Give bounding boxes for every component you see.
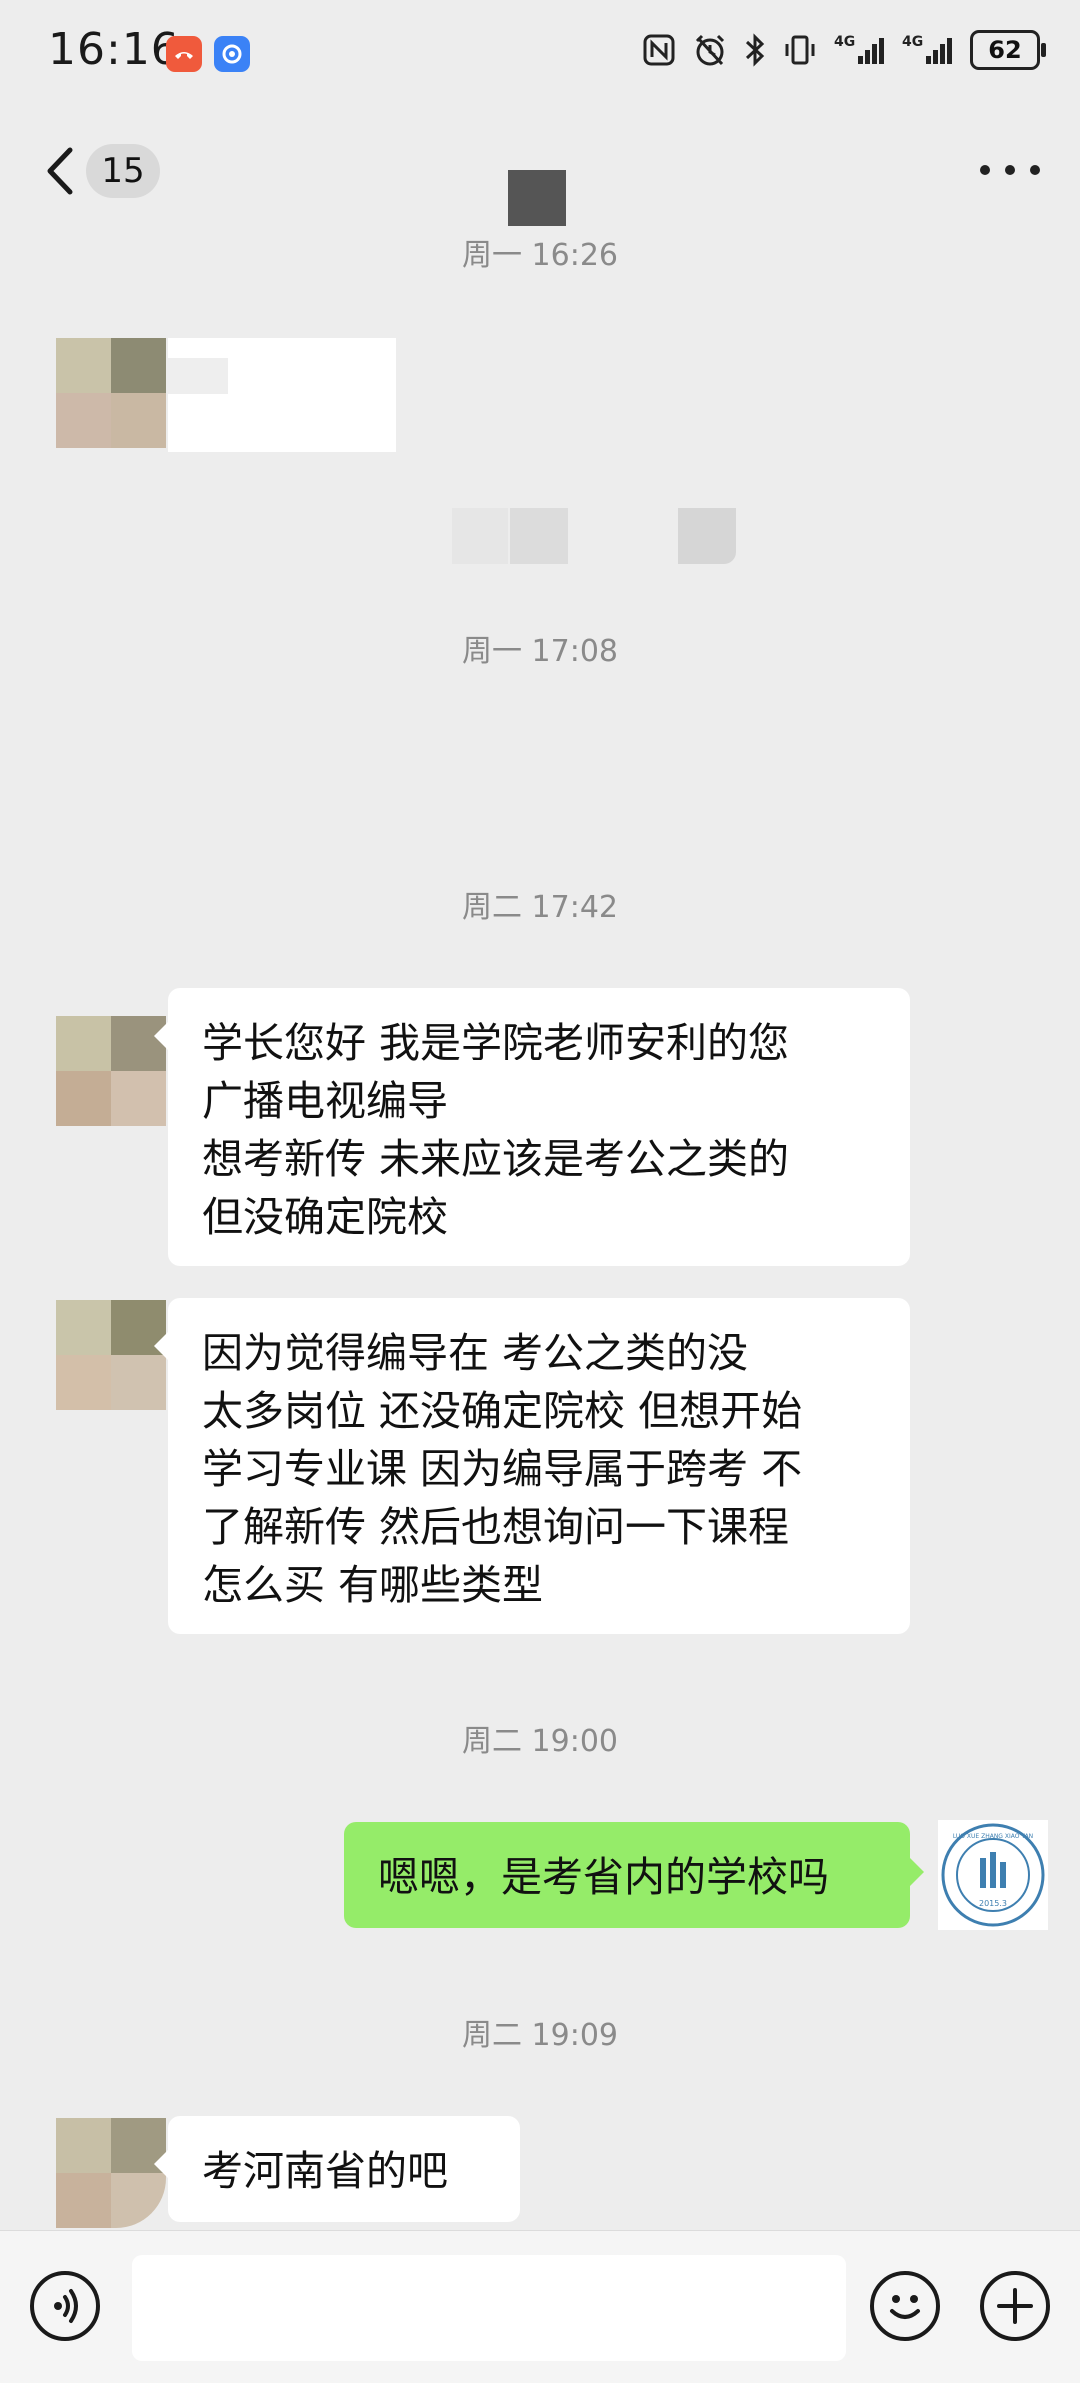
message-bubble[interactable]: 学长您好 我是学院老师安利的您 广播电视编导 想考新传 未来应该是考公之类的 但… <box>154 988 910 1266</box>
svg-text:4G: 4G <box>902 34 923 50</box>
battery-icon: 62 <box>970 30 1046 70</box>
my-message-bubble[interactable]: 嗯嗯，是考省内的学校吗 <box>344 1822 924 1928</box>
chat-header: 15 <box>0 110 1080 230</box>
contact-avatar[interactable] <box>56 2118 166 2228</box>
timestamp: 周一 17:08 <box>462 634 618 669</box>
redacted-text <box>470 1060 850 1112</box>
contact-avatar[interactable] <box>56 1016 166 1126</box>
voice-button[interactable] <box>30 2271 100 2341</box>
emoji-icon <box>890 2295 920 2319</box>
contact-avatar[interactable] <box>56 1300 166 1410</box>
message-input[interactable] <box>132 2255 846 2361</box>
redacted-block <box>452 508 508 564</box>
message-bubble[interactable]: 因为觉得编导在 考公之类的没 太多岗位 还没确定院校 但想开始 学习专业课 因为… <box>154 1298 910 1634</box>
status-time: 16:16 <box>48 24 180 75</box>
my-avatar[interactable]: 2015.3 LUO XUE ZHANG XIAO YAN <box>938 1820 1048 1930</box>
timestamp: 周二 19:00 <box>462 1724 618 1759</box>
contact-avatar[interactable] <box>56 338 166 448</box>
more-icon <box>1005 165 1015 175</box>
more-icon <box>980 165 990 175</box>
school-seal-icon: 2015.3 LUO XUE ZHANG XIAO YAN <box>941 1823 1045 1927</box>
signal-4g-icon: 4G <box>834 34 884 64</box>
timestamp: 周二 17:42 <box>462 890 618 925</box>
voice-icon <box>54 2289 78 2323</box>
redacted-block <box>678 508 736 564</box>
redacted-text <box>168 358 228 394</box>
timestamp: 周一 16:26 <box>462 238 618 273</box>
svg-text:4G: 4G <box>834 34 855 50</box>
message-bubble[interactable]: 考河南省的吧 <box>154 2116 520 2222</box>
signal-4g-2-icon: 4G <box>902 34 952 64</box>
plus-icon <box>997 2288 1033 2324</box>
bluetooth-icon <box>745 33 765 67</box>
back-arrow-icon <box>47 147 73 195</box>
nfc-icon <box>643 34 675 66</box>
emoji-button[interactable] <box>870 2271 940 2341</box>
vibrate-icon <box>785 35 815 65</box>
status-icons: 4G 4G 62 <box>642 30 1046 70</box>
input-bar <box>0 2230 1080 2383</box>
unread-count-badge[interactable]: 15 <box>86 144 160 198</box>
svg-text:2015.3: 2015.3 <box>979 1899 1007 1908</box>
more-button[interactable] <box>980 162 1040 178</box>
timestamp: 周二 19:09 <box>462 2018 618 2053</box>
status-bar: 16:16 4G 4G 62 <box>0 0 1080 110</box>
redacted-block <box>510 508 568 564</box>
redacted-message-bubble[interactable] <box>168 338 396 452</box>
alarm-icon <box>695 34 725 66</box>
more-icon <box>1030 165 1040 175</box>
missed-call-icon <box>166 36 202 72</box>
svg-text:LUO XUE ZHANG XIAO YAN: LUO XUE ZHANG XIAO YAN <box>953 1833 1033 1840</box>
chat-title-redacted <box>508 170 566 226</box>
app-notification-icon <box>214 36 250 72</box>
back-button[interactable] <box>40 144 80 198</box>
plus-button[interactable] <box>980 2271 1050 2341</box>
